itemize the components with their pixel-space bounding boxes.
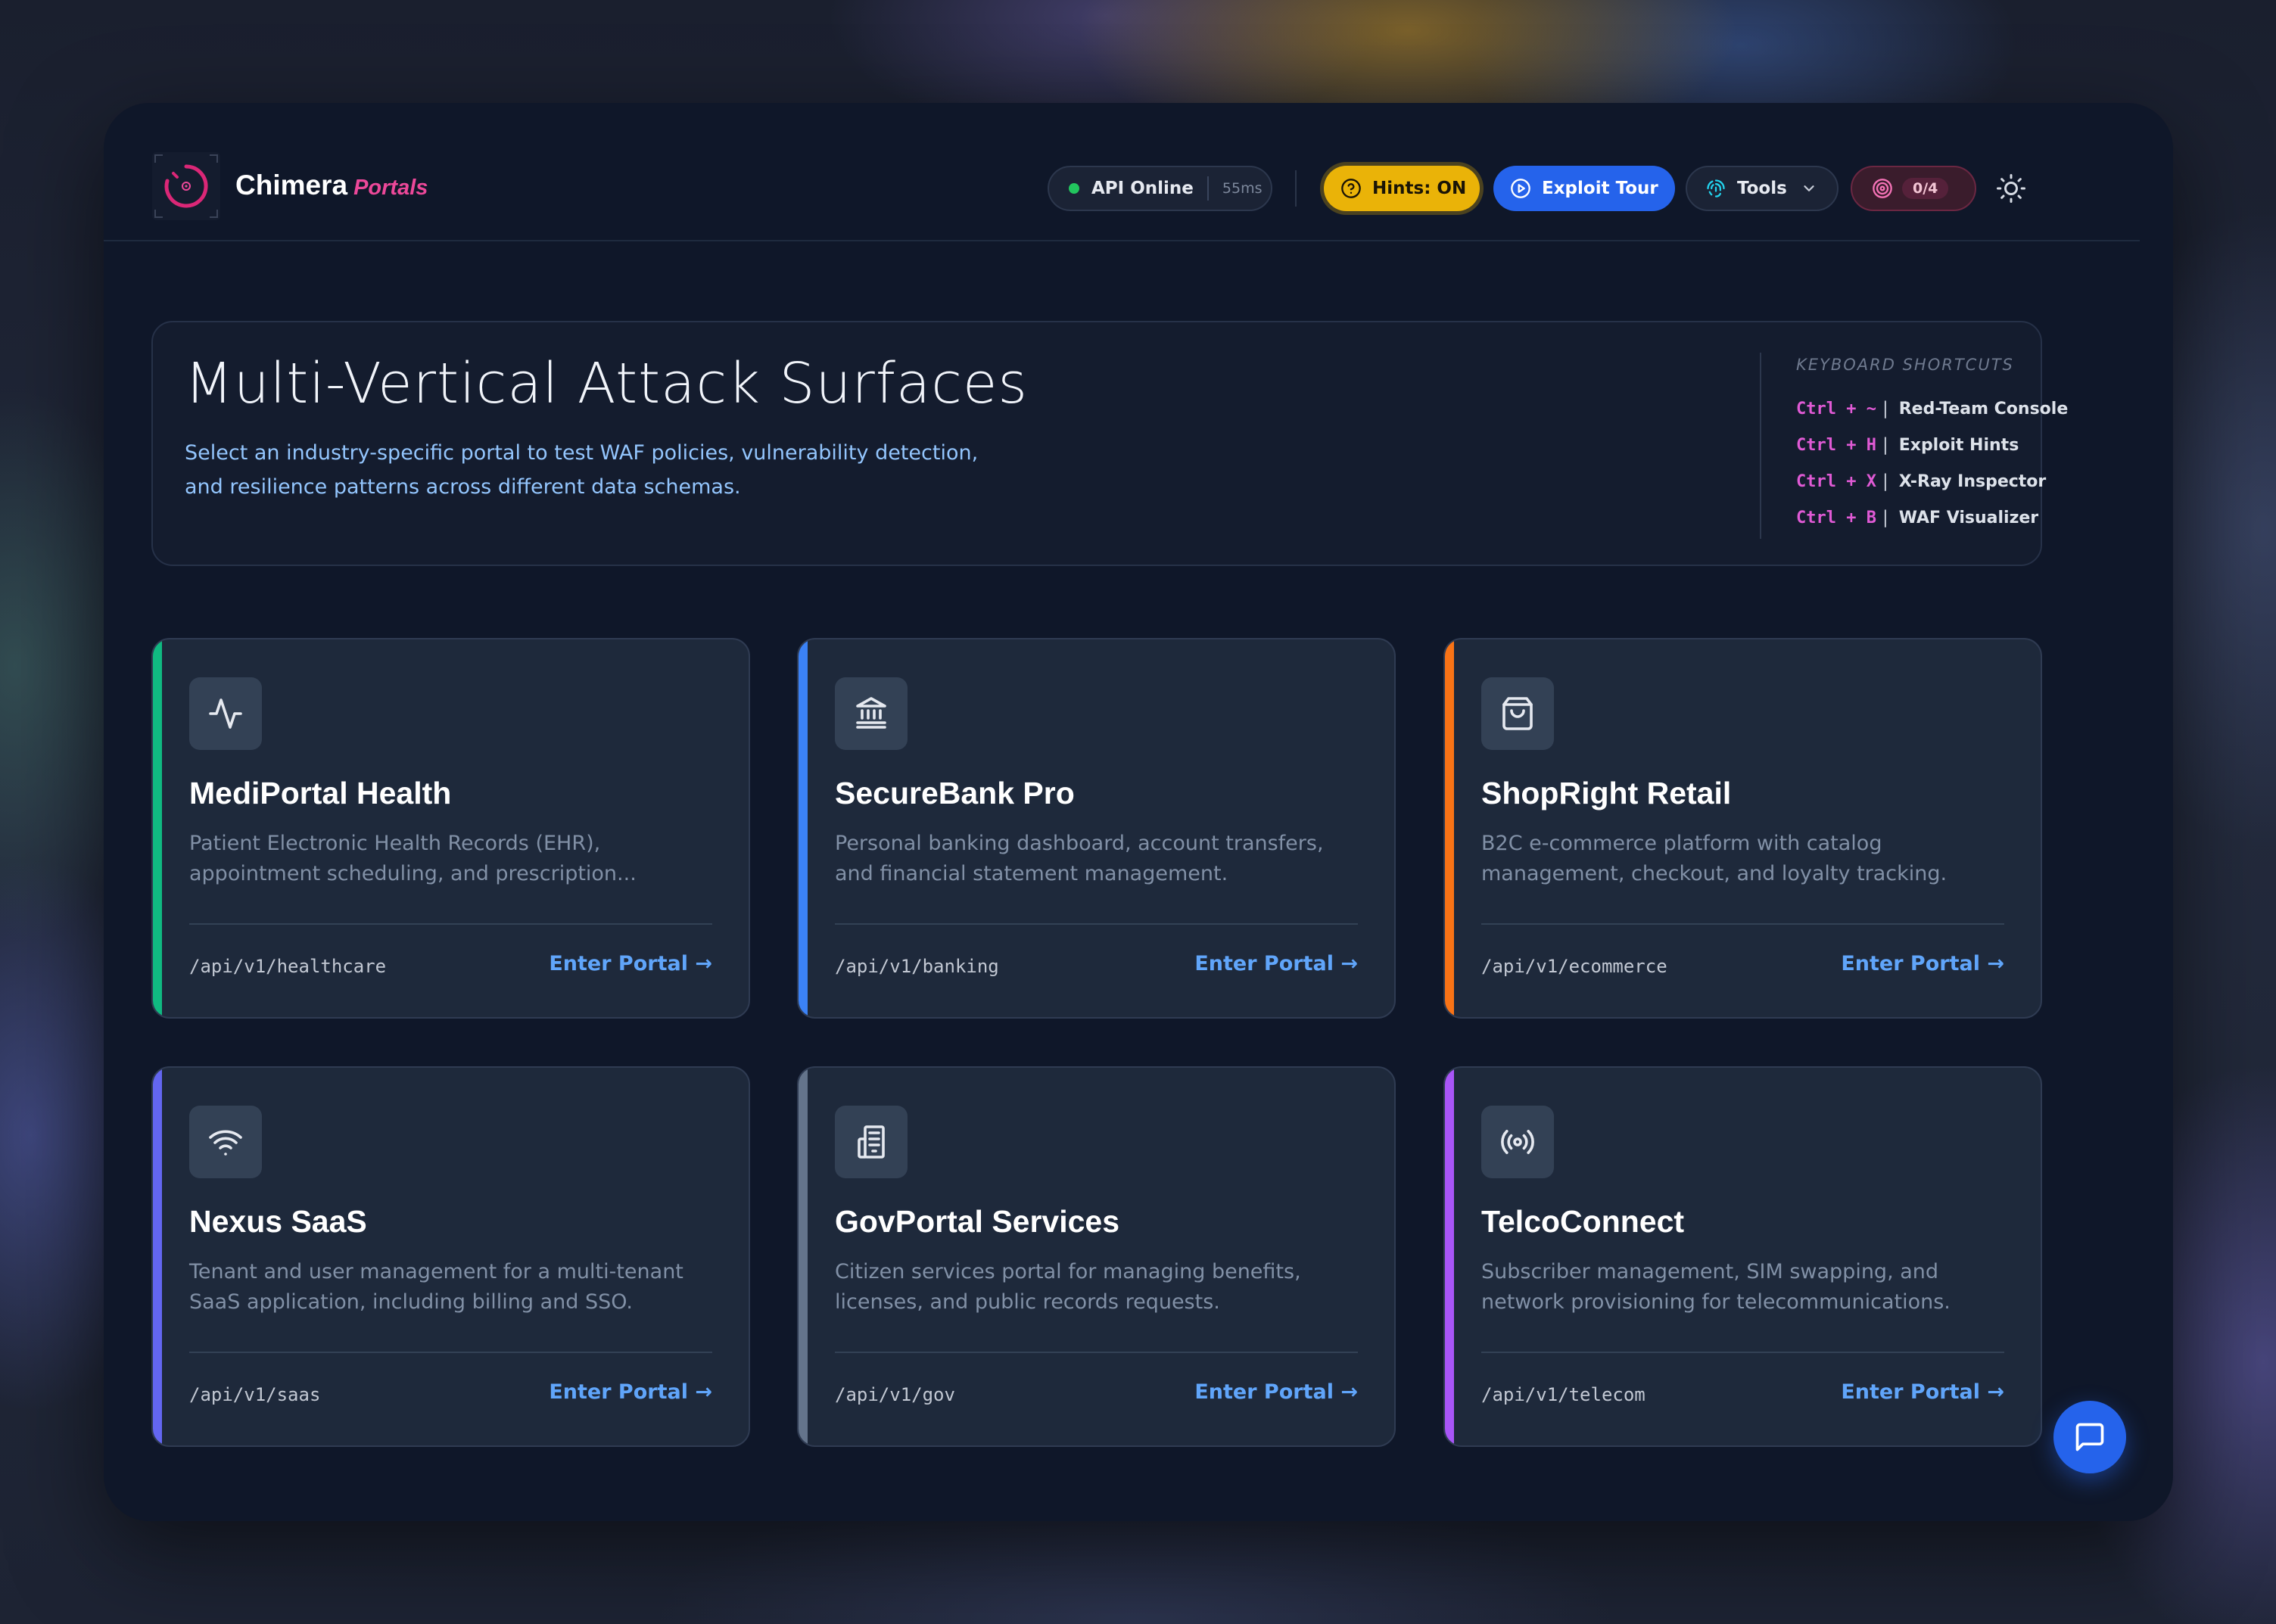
enter-portal-link[interactable]: Enter Portal → bbox=[549, 952, 712, 975]
shortcut-label: X-Ray Inspector bbox=[1898, 471, 2047, 491]
card-divider bbox=[189, 923, 712, 925]
card-divider bbox=[1481, 1352, 2004, 1353]
target-icon bbox=[1873, 179, 1892, 198]
brand-subtitle: Portals bbox=[353, 176, 428, 200]
portal-card-saas[interactable]: Nexus SaaS Tenant and user management fo… bbox=[151, 1066, 750, 1447]
theme-toggle-button[interactable] bbox=[1992, 170, 2030, 207]
shortcut-label: Red-Team Console bbox=[1898, 399, 2069, 418]
building-icon bbox=[835, 1106, 908, 1178]
message-square-icon bbox=[2075, 1423, 2104, 1451]
shortcut-label: WAF Visualizer bbox=[1898, 508, 2039, 527]
portal-api-path: /api/v1/gov bbox=[835, 1384, 955, 1405]
shortcut-key: Ctrl + B bbox=[1796, 508, 1876, 527]
shortcut-row: Ctrl + X | X-Ray Inspector bbox=[1796, 463, 2046, 499]
portal-title: TelcoConnect bbox=[1481, 1204, 1685, 1239]
header-divider bbox=[1295, 170, 1297, 207]
shortcuts-title: KEYBOARD SHORTCUTS bbox=[1796, 356, 2014, 374]
exploit-tour-label: Exploit Tour bbox=[1542, 179, 1658, 198]
portal-title: GovPortal Services bbox=[835, 1204, 1120, 1239]
card-accent bbox=[799, 1068, 808, 1445]
activity-icon bbox=[189, 677, 262, 750]
shortcut-separator: | bbox=[1882, 508, 1888, 527]
portal-description: Personal banking dashboard, account tran… bbox=[835, 832, 1324, 885]
card-divider bbox=[835, 1352, 1358, 1353]
app-window: Chimera Portals API Online 55ms Hints: ON… bbox=[104, 103, 2173, 1521]
api-status-divider bbox=[1206, 176, 1209, 201]
enter-portal-link[interactable]: Enter Portal → bbox=[1841, 952, 2004, 975]
shortcut-row: Ctrl + H | Exploit Hints bbox=[1796, 427, 2032, 463]
enter-portal-link[interactable]: Enter Portal → bbox=[549, 1380, 712, 1404]
wifi-icon bbox=[189, 1106, 262, 1178]
tools-label: Tools bbox=[1737, 179, 1787, 198]
card-accent bbox=[1445, 1068, 1454, 1445]
keyboard-shortcuts: KEYBOARD SHORTCUTS Ctrl + ~ | Red-Team Con… bbox=[1760, 353, 2068, 539]
portal-api-path: /api/v1/telecom bbox=[1481, 1384, 1646, 1405]
portal-api-path: /api/v1/banking bbox=[835, 956, 999, 977]
card-divider bbox=[835, 923, 1358, 925]
portal-card-healthcare[interactable]: MediPortal Health Patient Electronic Hea… bbox=[151, 638, 750, 1019]
fingerprint-icon bbox=[1707, 179, 1725, 198]
hero-panel: Multi-Vertical Attack Surfaces Select an… bbox=[151, 321, 2068, 566]
card-accent bbox=[153, 1068, 162, 1445]
card-accent bbox=[1445, 639, 1454, 1017]
exploit-tour-button[interactable]: Exploit Tour bbox=[1493, 166, 1675, 211]
portal-api-path: /api/v1/healthcare bbox=[189, 956, 387, 977]
brand-title[interactable]: Chimera Portals bbox=[235, 170, 428, 201]
portal-title: ShopRight Retail bbox=[1481, 776, 1732, 810]
shopping-bag-icon bbox=[1481, 677, 1554, 750]
sun-icon bbox=[1997, 174, 2025, 203]
chat-button[interactable] bbox=[2053, 1401, 2126, 1473]
portal-card-gov[interactable]: GovPortal Services Citizen services port… bbox=[797, 1066, 1396, 1447]
status-dot-icon bbox=[1069, 183, 1079, 194]
score-value: 0/4 bbox=[1902, 178, 1949, 199]
portal-description: Tenant and user management for a multi-t… bbox=[189, 1260, 683, 1314]
shortcut-label: Exploit Hints bbox=[1898, 435, 2019, 455]
header: Chimera Portals API Online 55ms Hints: ON… bbox=[104, 103, 2140, 241]
hints-toggle-button[interactable]: Hints: ON bbox=[1324, 166, 1480, 211]
bank-icon bbox=[835, 677, 908, 750]
broadcast-icon bbox=[1481, 1106, 1554, 1178]
portal-title: SecureBank Pro bbox=[835, 776, 1075, 810]
shortcut-separator: | bbox=[1882, 471, 1888, 491]
api-status-label: API Online bbox=[1091, 179, 1194, 198]
portal-card-telecom[interactable]: TelcoConnect Subscriber management, SIM … bbox=[1443, 1066, 2042, 1447]
enter-portal-link[interactable]: Enter Portal → bbox=[1194, 952, 1358, 975]
brand-name: Chimera bbox=[235, 170, 348, 201]
portal-api-path: /api/v1/saas bbox=[189, 1384, 321, 1405]
shortcut-key: Ctrl + H bbox=[1796, 435, 1876, 455]
shortcut-key: Ctrl + ~ bbox=[1796, 399, 1876, 418]
portal-description: Subscriber management, SIM swapping, and… bbox=[1481, 1260, 1951, 1314]
api-latency: 55ms bbox=[1222, 180, 1263, 197]
help-circle-icon bbox=[1341, 179, 1361, 198]
score-badge[interactable]: 0/4 bbox=[1851, 166, 1976, 211]
chimera-logo-icon[interactable] bbox=[152, 152, 220, 220]
tools-dropdown[interactable]: Tools bbox=[1686, 166, 1839, 211]
portal-api-path: /api/v1/ecommerce bbox=[1481, 956, 1667, 977]
card-accent bbox=[153, 639, 162, 1017]
portal-description: Patient Electronic Health Records (EHR),… bbox=[189, 832, 637, 885]
chevron-down-icon bbox=[1804, 185, 1814, 191]
hints-label: Hints: ON bbox=[1372, 179, 1467, 198]
card-divider bbox=[1481, 923, 2004, 925]
portal-description: B2C e-commerce platform with catalog man… bbox=[1481, 832, 1948, 885]
enter-portal-link[interactable]: Enter Portal → bbox=[1841, 1380, 2004, 1404]
page-title: Multi-Vertical Attack Surfaces bbox=[185, 351, 1028, 416]
page-description: Select an industry-specific portal to te… bbox=[185, 441, 979, 499]
card-divider bbox=[189, 1352, 712, 1353]
portal-title: Nexus SaaS bbox=[189, 1204, 367, 1239]
portal-description: Citizen services portal for managing ben… bbox=[835, 1260, 1301, 1314]
shortcut-row: Ctrl + B | WAF Visualizer bbox=[1796, 499, 2038, 536]
shortcut-separator: | bbox=[1882, 435, 1888, 455]
card-accent bbox=[799, 639, 808, 1017]
shortcut-row: Ctrl + ~ | Red-Team Console bbox=[1796, 390, 2068, 427]
portal-title: MediPortal Health bbox=[189, 776, 452, 810]
play-circle-icon bbox=[1511, 179, 1530, 198]
enter-portal-link[interactable]: Enter Portal → bbox=[1194, 1380, 1358, 1404]
api-status-badge: API Online 55ms bbox=[1048, 166, 1272, 211]
portal-card-banking[interactable]: SecureBank Pro Personal banking dashboar… bbox=[797, 638, 1396, 1019]
shortcut-key: Ctrl + X bbox=[1796, 471, 1876, 491]
shortcut-separator: | bbox=[1882, 399, 1888, 418]
portal-card-ecommerce[interactable]: ShopRight Retail B2C e-commerce platform… bbox=[1443, 638, 2042, 1019]
